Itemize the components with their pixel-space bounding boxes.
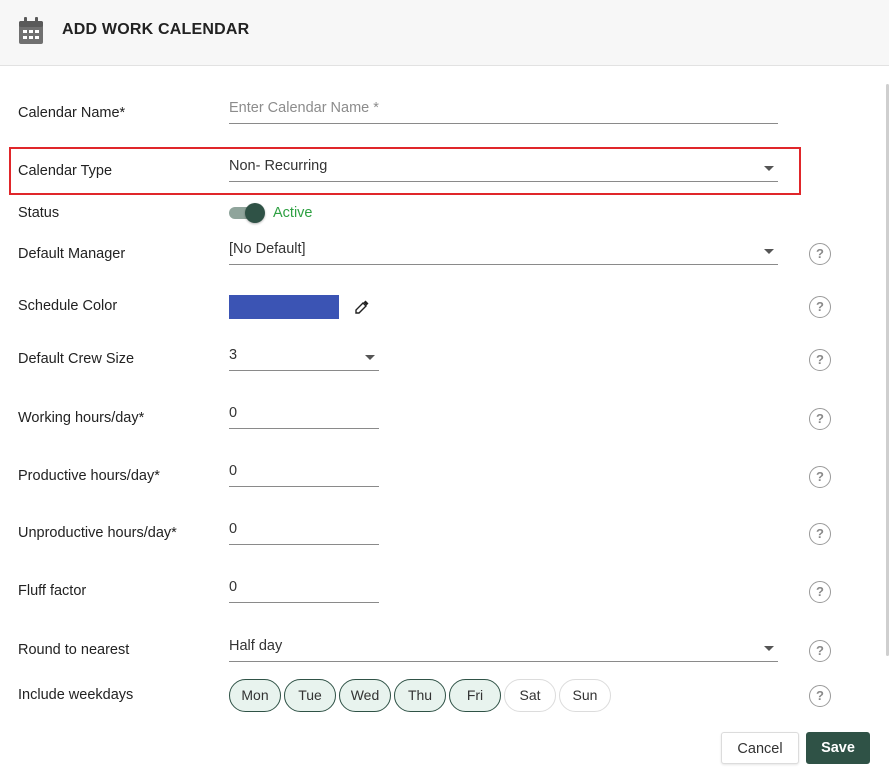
default-manager-label: Default Manager [18, 246, 126, 262]
save-button[interactable]: Save [806, 732, 870, 764]
working-hours-input[interactable]: 0 [229, 405, 379, 429]
help-icon[interactable]: ? [809, 581, 831, 603]
calendar-name-label: Calendar Name* [18, 105, 126, 121]
help-icon[interactable]: ? [809, 685, 831, 707]
toggle-knob [245, 203, 265, 223]
status-value: Active [273, 205, 313, 221]
fluff-factor-value: 0 [229, 579, 238, 595]
chevron-down-icon [764, 646, 774, 651]
calendar-icon [19, 17, 43, 44]
calendar-name-input[interactable]: Enter Calendar Name * [229, 100, 778, 124]
help-icon[interactable]: ? [809, 296, 831, 318]
calendar-type-select[interactable]: Non- Recurring [229, 158, 778, 182]
unproductive-hours-input[interactable]: 0 [229, 521, 379, 545]
eyedropper-icon[interactable] [354, 299, 370, 315]
help-icon[interactable]: ? [809, 640, 831, 662]
default-crew-size-select[interactable]: 3 [229, 347, 379, 371]
calendar-name-placeholder: Enter Calendar Name * [229, 100, 379, 116]
chevron-down-icon [365, 355, 375, 360]
default-manager-value: [No Default] [229, 241, 306, 257]
schedule-color-swatch[interactable] [229, 295, 339, 319]
productive-hours-label: Productive hours/day* [18, 468, 160, 484]
unproductive-hours-label: Unproductive hours/day* [18, 525, 177, 541]
round-to-nearest-value: Half day [229, 638, 283, 654]
status-label: Status [18, 205, 60, 221]
fluff-factor-label: Fluff factor [18, 583, 87, 599]
productive-hours-input[interactable]: 0 [229, 463, 379, 487]
help-icon[interactable]: ? [809, 408, 831, 430]
chevron-down-icon [764, 166, 774, 171]
weekday-chip-mon[interactable]: Mon [229, 679, 281, 712]
calendar-type-label: Calendar Type [18, 163, 113, 179]
help-icon[interactable]: ? [809, 243, 831, 265]
weekday-chip-fri[interactable]: Fri [449, 679, 501, 712]
help-icon[interactable]: ? [809, 349, 831, 371]
default-manager-select[interactable]: [No Default] [229, 241, 778, 265]
page-title: ADD WORK CALENDAR [62, 21, 250, 38]
dialog-header: ADD WORK CALENDAR [0, 0, 889, 66]
help-icon[interactable]: ? [809, 523, 831, 545]
weekday-chip-wed[interactable]: Wed [339, 679, 391, 712]
working-hours-value: 0 [229, 405, 238, 421]
status-toggle[interactable] [229, 203, 267, 223]
working-hours-label: Working hours/day* [18, 410, 145, 426]
weekday-chip-thu[interactable]: Thu [394, 679, 446, 712]
fluff-factor-input[interactable]: 0 [229, 579, 379, 603]
weekday-chip-tue[interactable]: Tue [284, 679, 336, 712]
cancel-button[interactable]: Cancel [721, 732, 799, 764]
include-weekdays-label: Include weekdays [18, 687, 134, 703]
help-icon[interactable]: ? [809, 466, 831, 488]
default-crew-size-value: 3 [229, 347, 238, 363]
weekday-chip-sun[interactable]: Sun [559, 679, 611, 712]
unproductive-hours-value: 0 [229, 521, 238, 537]
round-to-nearest-label: Round to nearest [18, 642, 130, 658]
calendar-type-value: Non- Recurring [229, 158, 328, 174]
schedule-color-label: Schedule Color [18, 298, 118, 314]
default-crew-size-label: Default Crew Size [18, 351, 135, 367]
round-to-nearest-select[interactable]: Half day [229, 638, 778, 662]
weekday-chip-sat[interactable]: Sat [504, 679, 556, 712]
productive-hours-value: 0 [229, 463, 238, 479]
chevron-down-icon [764, 249, 774, 254]
